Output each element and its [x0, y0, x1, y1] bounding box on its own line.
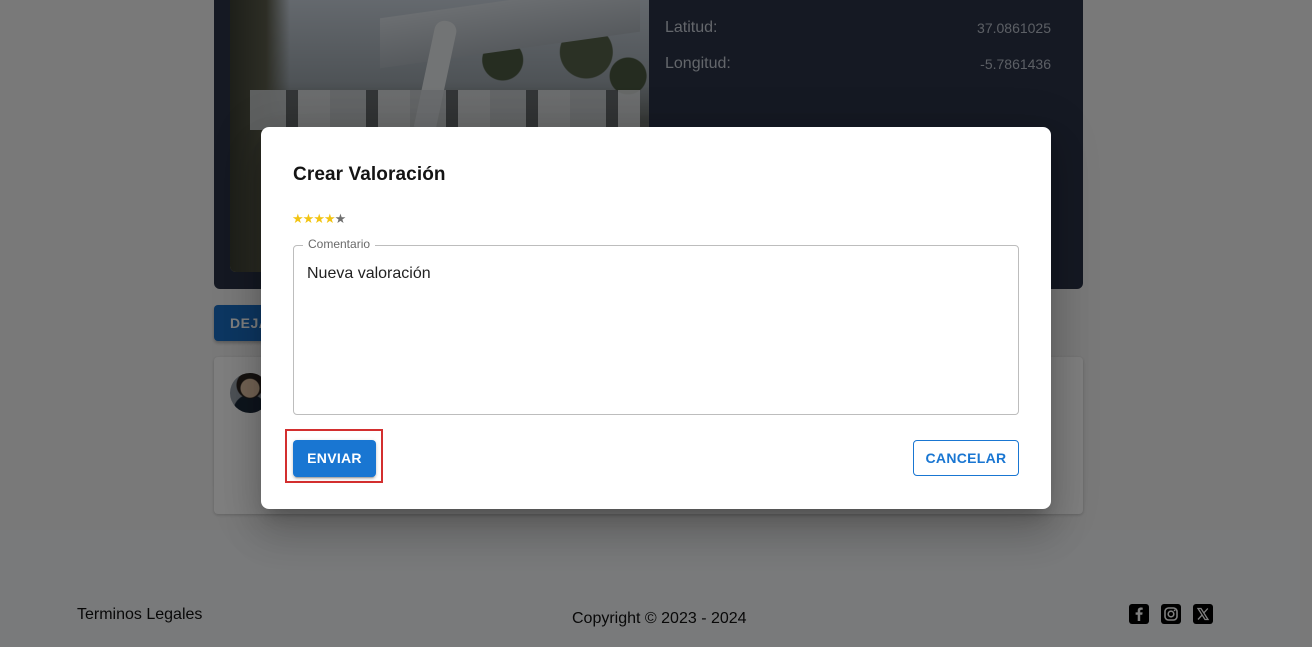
star-filled-icon[interactable]: ★: [303, 211, 315, 227]
star-rating[interactable]: ★★★★★: [292, 211, 347, 227]
star-filled-icon[interactable]: ★: [292, 211, 304, 227]
create-review-dialog: Crear Valoración ★★★★★ Comentario Nueva …: [261, 127, 1051, 509]
comment-input[interactable]: Nueva valoración: [307, 265, 431, 283]
comment-label: Comentario: [303, 237, 376, 251]
send-button[interactable]: ENVIAR: [293, 440, 376, 477]
star-filled-icon[interactable]: ★: [324, 211, 336, 227]
dialog-title: Crear Valoración: [293, 164, 446, 185]
star-filled-icon[interactable]: ★: [313, 211, 325, 227]
star-empty-icon[interactable]: ★: [335, 211, 347, 227]
comment-field[interactable]: Comentario Nueva valoración: [293, 237, 1019, 415]
cancel-button[interactable]: CANCELAR: [913, 440, 1019, 476]
